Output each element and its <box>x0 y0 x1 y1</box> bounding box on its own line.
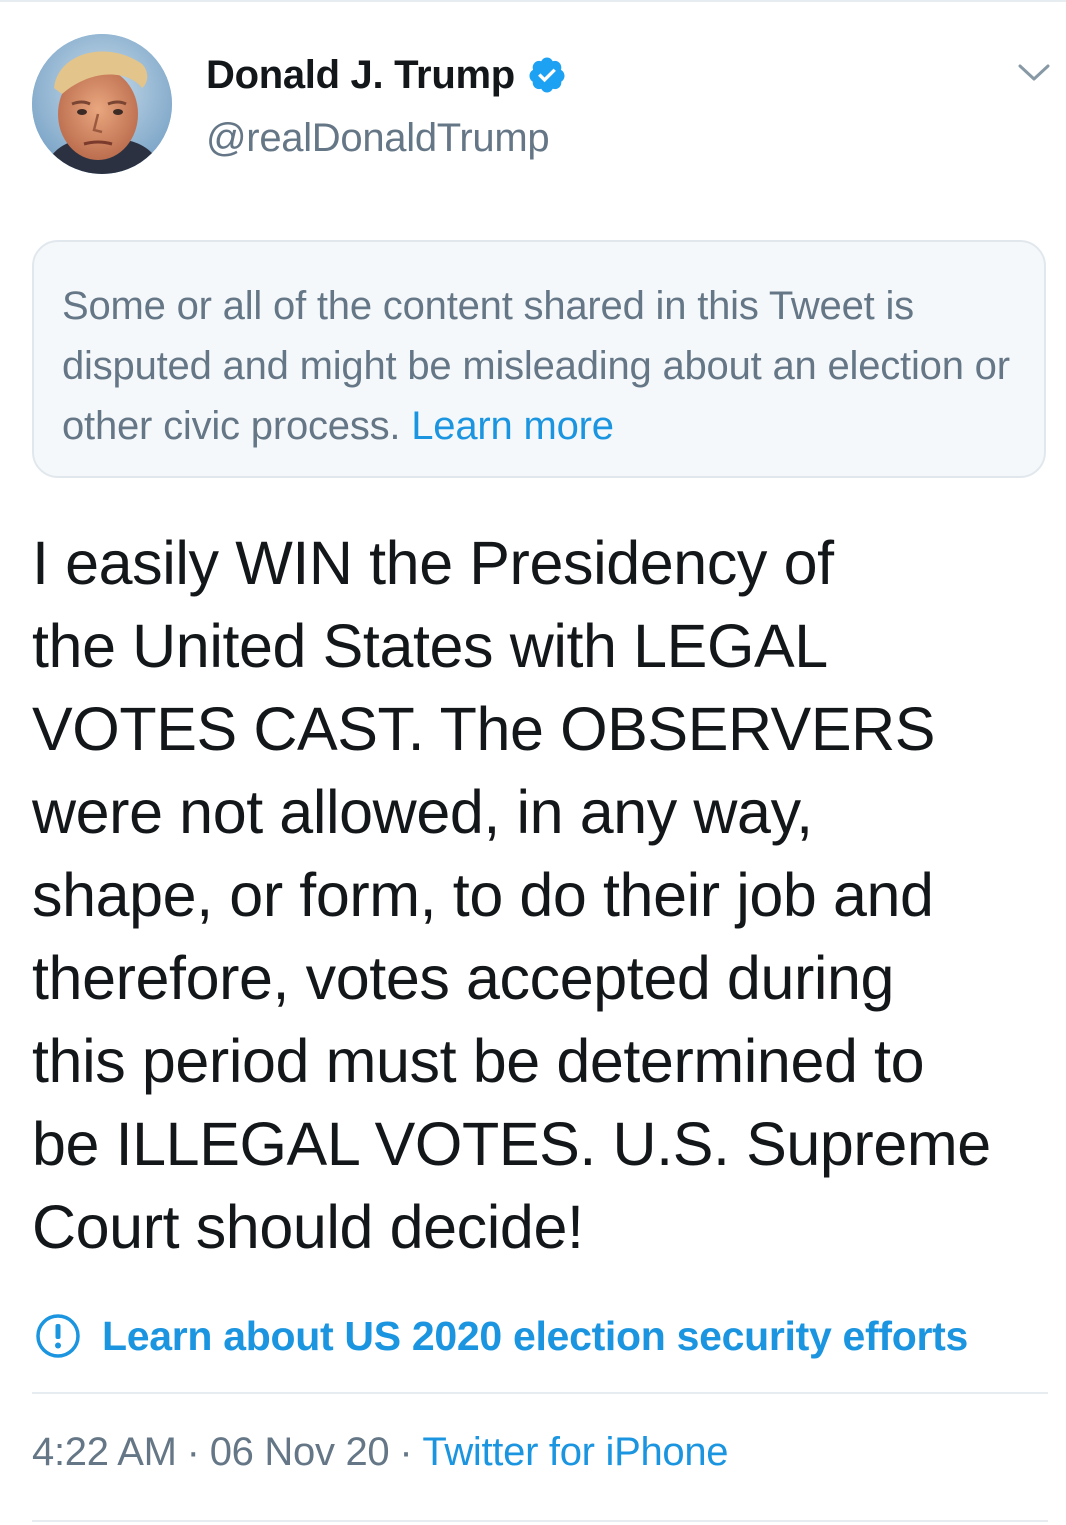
info-icon <box>36 1314 80 1358</box>
tweet-body-line: therefore, votes accepted during <box>32 944 895 1012</box>
tweet-body-line: shape, or form, to do their job and <box>32 861 934 929</box>
tweet-body: I easily WIN the Presidency of the Unite… <box>32 522 1042 1269</box>
meta-separator: · <box>186 1430 200 1474</box>
verified-badge-icon <box>529 57 565 93</box>
avatar[interactable] <box>32 34 172 174</box>
author-name-row[interactable]: Donald J. Trump <box>206 50 567 100</box>
disputed-content-notice: Some or all of the content shared in thi… <box>32 240 1046 478</box>
tweet-source-link[interactable]: Twitter for iPhone <box>422 1430 728 1474</box>
notice-text: Some or all of the content shared in thi… <box>62 276 1016 456</box>
meta-divider <box>32 1392 1048 1394</box>
tweet-date[interactable]: 06 Nov 20 <box>210 1430 390 1474</box>
tweet-body-line: VOTES CAST. The OBSERVERS <box>32 695 936 763</box>
top-divider <box>0 0 1066 2</box>
tweet-body-line: be ILLEGAL VOTES. U.S. Supreme <box>32 1110 991 1178</box>
tweet-time[interactable]: 4:22 AM <box>32 1430 177 1474</box>
tweet-body-line: this period must be determined to <box>32 1027 925 1095</box>
author-handle[interactable]: @realDonaldTrump <box>206 116 550 161</box>
tweet-meta: 4:22 AM · 06 Nov 20 · Twitter for iPhone <box>32 1430 729 1475</box>
election-security-link[interactable]: Learn about US 2020 election security ef… <box>34 1308 968 1364</box>
author-display-name[interactable]: Donald J. Trump <box>206 53 515 98</box>
profile-photo <box>32 34 172 174</box>
tweet-body-line: were not allowed, in any way, <box>32 778 813 846</box>
tweet-body-line: I easily WIN the Presidency of <box>32 529 834 597</box>
notice-learn-more-link[interactable]: Learn more <box>411 404 614 448</box>
tweet-body-line: the United States with LEGAL <box>32 612 828 680</box>
bottom-divider <box>32 1520 1048 1522</box>
chevron-down-icon[interactable] <box>1016 60 1052 84</box>
meta-separator: · <box>399 1430 413 1474</box>
election-security-label[interactable]: Learn about US 2020 election security ef… <box>102 1313 968 1360</box>
tweet-body-line: Court should decide! <box>32 1193 584 1261</box>
